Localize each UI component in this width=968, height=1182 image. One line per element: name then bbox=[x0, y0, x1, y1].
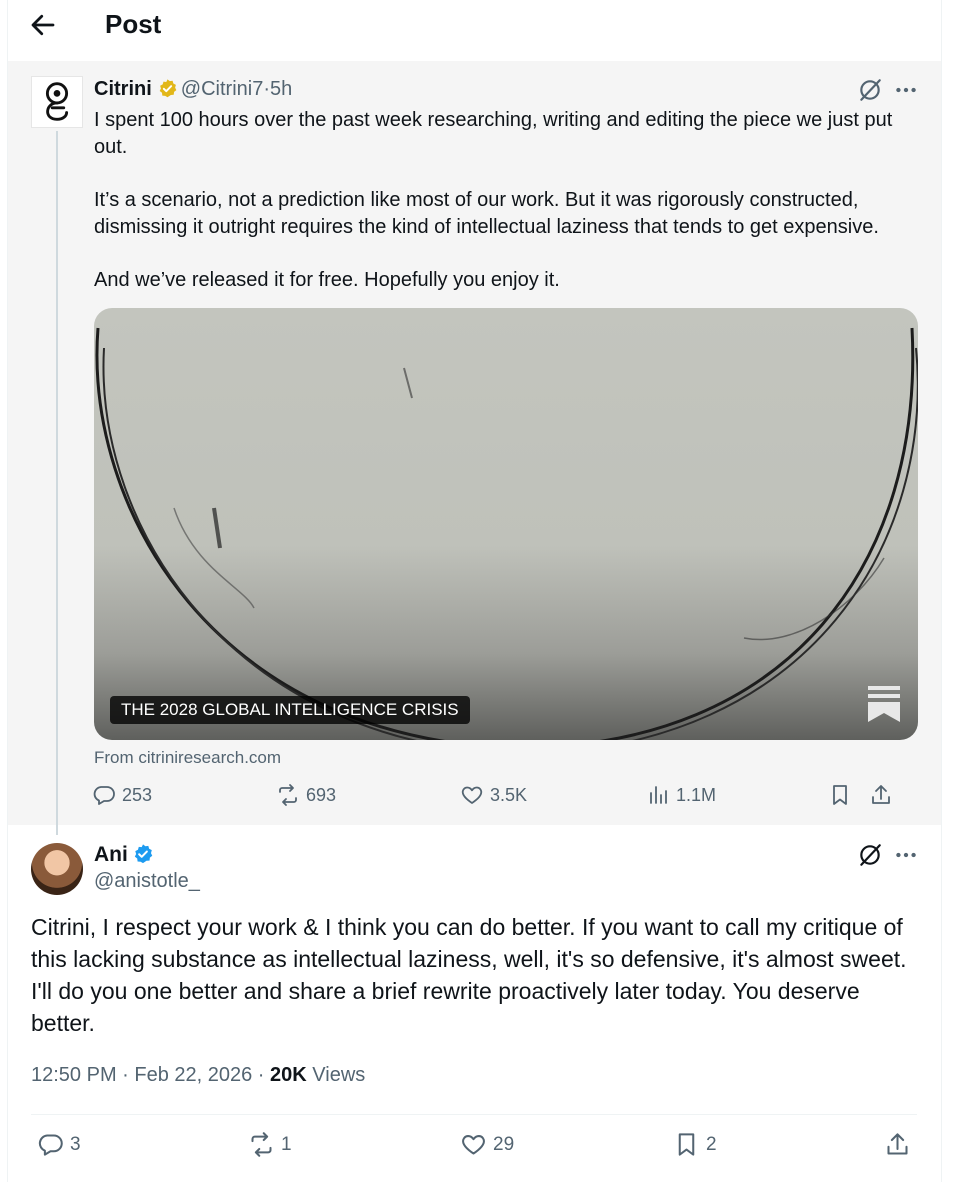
verified-gold-badge-icon bbox=[157, 78, 178, 99]
post-paragraph: I spent 100 hours over the past week res… bbox=[94, 109, 893, 158]
page-header: Post bbox=[8, 0, 941, 58]
substack-icon bbox=[868, 686, 900, 722]
verified-badge-icon bbox=[132, 843, 154, 865]
repost-button[interactable]: 1 bbox=[248, 1131, 292, 1158]
separator: · bbox=[263, 78, 270, 100]
thread-connector-line bbox=[56, 131, 58, 835]
post-text: Citrini, I respect your work & I think y… bbox=[31, 914, 907, 1036]
grok-icon[interactable] bbox=[857, 77, 883, 103]
share-icon bbox=[872, 785, 890, 804]
bookmark-count: 2 bbox=[706, 1133, 717, 1155]
more-options-icon[interactable] bbox=[893, 77, 919, 103]
card-image bbox=[95, 327, 918, 740]
author-name[interactable]: Ani bbox=[94, 843, 128, 866]
bookmark-button[interactable] bbox=[828, 783, 852, 807]
link-card[interactable]: THE 2028 GLOBAL INTELLIGENCE CRISIS bbox=[94, 308, 918, 740]
share-button[interactable] bbox=[884, 1131, 911, 1158]
card-source[interactable]: From citriniresearch.com bbox=[94, 748, 281, 768]
views-count: 1.1M bbox=[676, 784, 717, 805]
bookmark-icon bbox=[833, 785, 847, 805]
card-title: THE 2028 GLOBAL INTELLIGENCE CRISIS bbox=[110, 696, 470, 724]
post-paragraph: And we’ve released it for free. Hopefull… bbox=[94, 269, 560, 291]
post-text: I spent 100 hours over the past week res… bbox=[94, 107, 924, 320]
citrini-logo-icon bbox=[45, 82, 69, 121]
repost-button[interactable]: 693 bbox=[276, 783, 336, 807]
repost-icon bbox=[279, 784, 297, 806]
page-title: Post bbox=[105, 9, 162, 39]
reply-count: 3 bbox=[70, 1133, 81, 1155]
grok-icon[interactable] bbox=[857, 842, 883, 868]
parent-post[interactable]: Citrini @Citrini7·5h I spent 100 hours ov… bbox=[8, 61, 941, 835]
bookmark-icon bbox=[678, 1133, 695, 1156]
author-handle[interactable]: @Citrini7 bbox=[181, 78, 264, 100]
post-author-line: Citrini @Citrini7·5h bbox=[94, 78, 292, 101]
bookmark-button[interactable]: 2 bbox=[673, 1131, 717, 1158]
reply-button[interactable]: 253 bbox=[92, 783, 152, 807]
post-metadata: 12:50 PM · Feb 22, 2026 · 20K Views bbox=[31, 1064, 365, 1087]
divider bbox=[31, 1114, 917, 1115]
like-count: 29 bbox=[493, 1133, 515, 1155]
avatar[interactable] bbox=[31, 76, 83, 128]
reply-icon bbox=[38, 1134, 63, 1156]
post-timestamp[interactable]: 12:50 PM · Feb 22, 2026 · bbox=[31, 1064, 270, 1086]
share-button[interactable] bbox=[869, 783, 893, 807]
like-button[interactable]: 3.5K bbox=[460, 783, 527, 807]
post-page: Post Citrini @Citrini7·5h I spent 100 hou… bbox=[7, 0, 942, 1182]
post-time[interactable]: 5h bbox=[270, 78, 292, 100]
views-label: Views bbox=[306, 1064, 366, 1086]
views-chart-icon bbox=[650, 786, 667, 804]
reply-icon bbox=[93, 786, 115, 805]
like-button[interactable]: 29 bbox=[460, 1131, 514, 1158]
heart-icon bbox=[462, 1135, 485, 1155]
repost-icon bbox=[251, 1132, 272, 1157]
reply-author-line: Ani bbox=[94, 843, 154, 867]
repost-count: 693 bbox=[306, 784, 337, 805]
back-arrow-icon[interactable] bbox=[28, 10, 58, 40]
post-paragraph: It’s a scenario, not a prediction like m… bbox=[94, 189, 879, 238]
heart-icon bbox=[461, 786, 483, 804]
more-options-icon[interactable] bbox=[893, 842, 919, 868]
like-count: 3.5K bbox=[490, 784, 528, 805]
views-count: 20K bbox=[270, 1064, 307, 1086]
author-name[interactable]: Citrini bbox=[94, 78, 152, 100]
repost-count: 1 bbox=[281, 1133, 292, 1155]
reply-count: 253 bbox=[122, 784, 153, 805]
avatar[interactable] bbox=[31, 843, 83, 895]
author-handle[interactable]: @anistotle_ bbox=[94, 870, 200, 893]
reply-button[interactable]: 3 bbox=[37, 1131, 81, 1158]
share-icon bbox=[887, 1133, 908, 1155]
views-button[interactable]: 1.1M bbox=[646, 783, 716, 807]
